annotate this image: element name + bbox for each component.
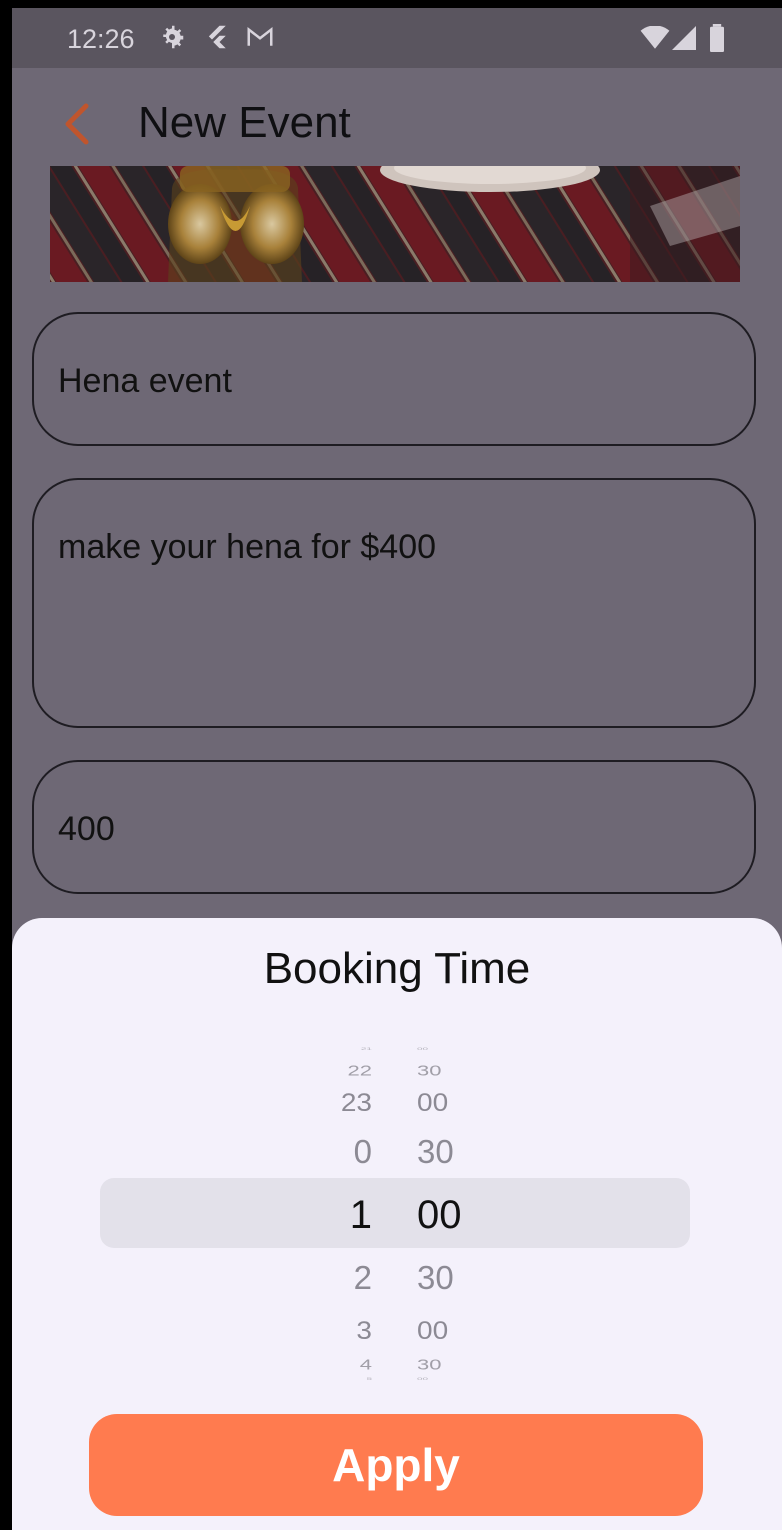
hour-item: 22 (347, 1062, 372, 1079)
event-image (50, 166, 740, 282)
selection-highlight (100, 1178, 690, 1248)
event-name-field[interactable]: Hena event (32, 312, 756, 446)
status-time: 12:26 (67, 24, 135, 54)
signal-icon (672, 26, 696, 57)
event-description-field[interactable]: make your hena for $400 (32, 478, 756, 728)
minute-item: 30 (417, 1356, 442, 1373)
hour-item: 5 (366, 1376, 372, 1381)
settings-icon (157, 22, 187, 59)
event-price-value: 400 (58, 810, 115, 848)
event-name-value: Hena event (58, 362, 232, 400)
chevron-left-icon (65, 103, 89, 145)
battery-icon (710, 24, 724, 59)
minute-item-selected: 00 (417, 1193, 462, 1237)
minute-item: 00 (417, 1316, 449, 1345)
time-picker-wheel[interactable]: 21 22 23 0 1 2 3 4 5 00 30 00 30 00 30 0… (12, 1028, 782, 1388)
sheet-title: Booking Time (263, 944, 531, 993)
apply-button[interactable]: Apply (89, 1414, 703, 1516)
hour-item: 21 (360, 1046, 372, 1051)
wifi-icon (640, 25, 670, 57)
minute-item: 30 (417, 1259, 454, 1296)
hour-item: 23 (340, 1088, 372, 1117)
back-button[interactable] (52, 88, 102, 148)
minute-item: 30 (417, 1133, 454, 1170)
page-title: New Event (138, 98, 351, 147)
flutter-icon (202, 22, 232, 59)
hour-item: 2 (353, 1259, 372, 1296)
hour-item: 4 (359, 1356, 372, 1373)
booking-time-sheet: Booking Time 21 22 23 0 1 2 3 4 5 00 30 … (12, 918, 782, 1530)
minute-item: 00 (417, 1046, 429, 1051)
app-bar: New Event (12, 68, 782, 168)
event-description-value: make your hena for $400 (58, 528, 437, 566)
screen: 12:26 New Event Hena event make your hen… (12, 8, 782, 1530)
hour-item: 0 (353, 1133, 372, 1170)
status-bar: 12:26 (12, 8, 782, 68)
minute-item: 30 (417, 1062, 442, 1079)
gmail-icon (244, 22, 276, 59)
event-price-field[interactable]: 400 (32, 760, 756, 894)
minute-item: 00 (417, 1376, 429, 1381)
hour-item-selected: 1 (349, 1193, 372, 1237)
minute-item: 00 (417, 1088, 449, 1117)
hour-item: 3 (356, 1316, 372, 1345)
